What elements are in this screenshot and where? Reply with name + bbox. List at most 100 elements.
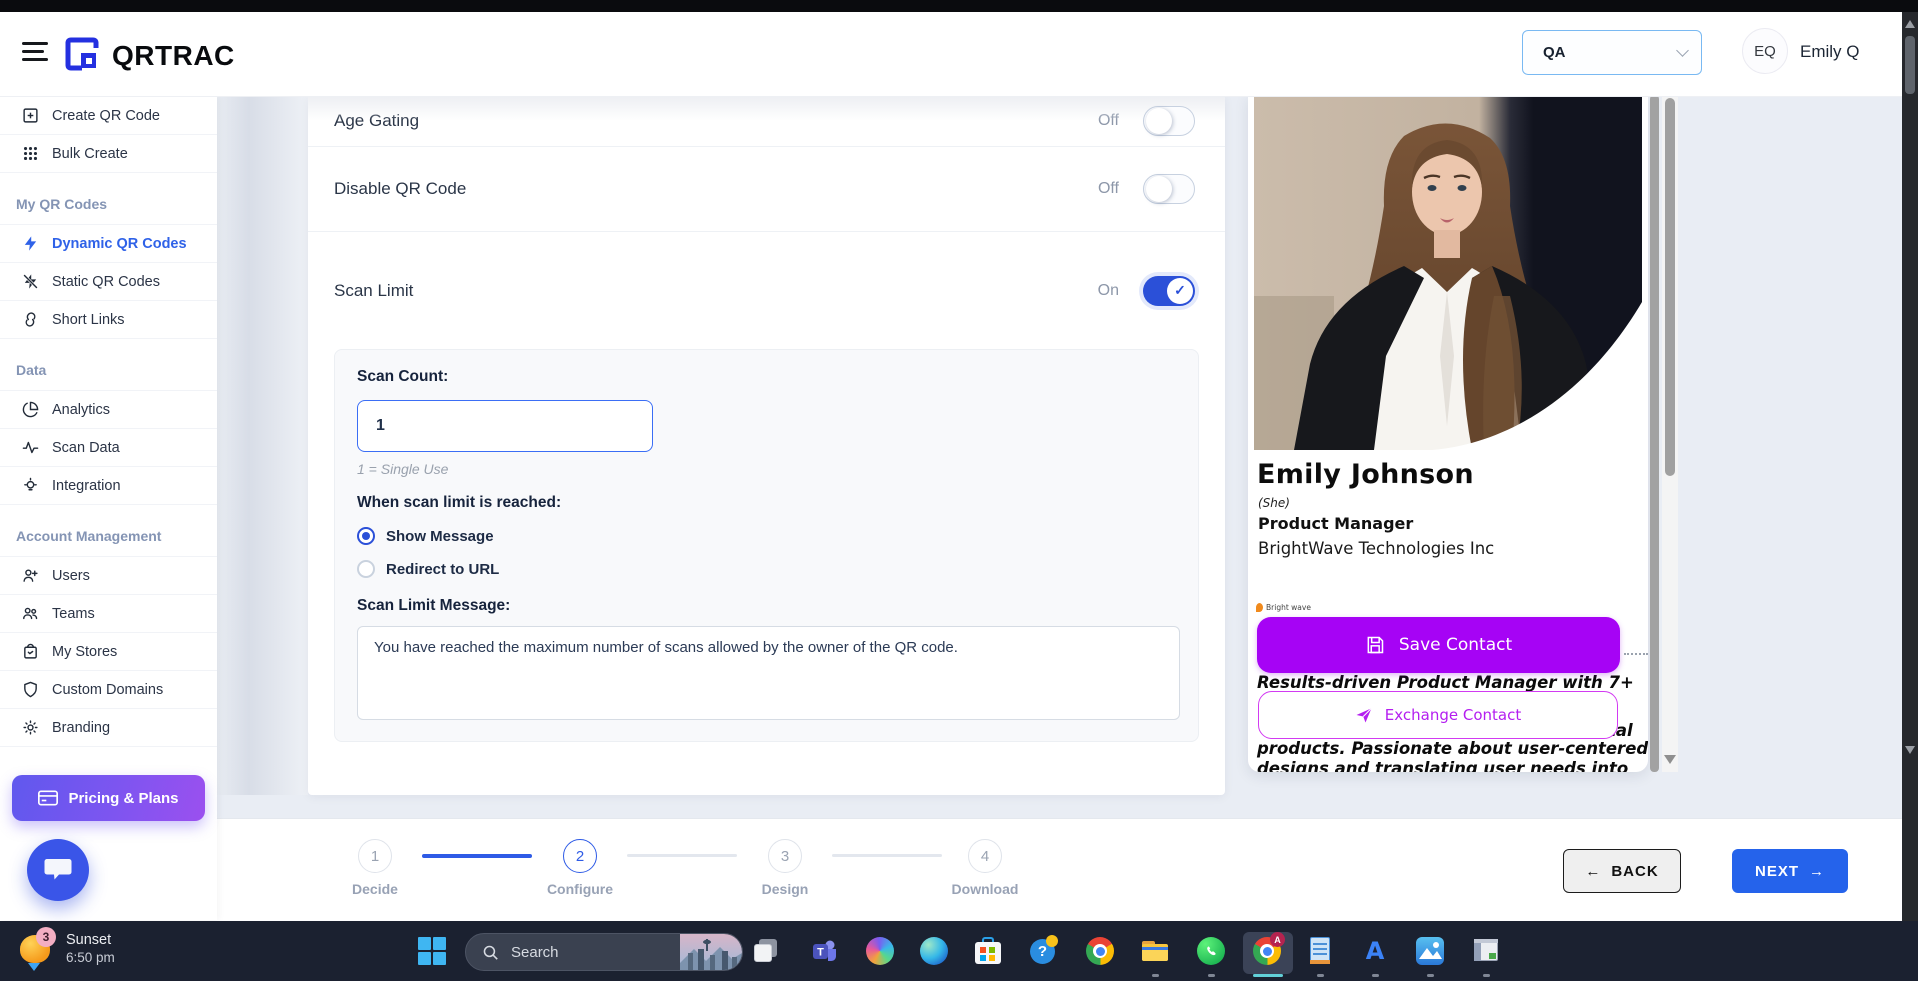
qrtrac-logo-icon[interactable] [62,34,102,74]
whatsapp-icon[interactable] [1197,937,1225,965]
save-contact-button[interactable]: Save Contact [1257,617,1620,673]
step-4-label: Download [925,881,1045,897]
hamburger-menu-icon[interactable] [22,42,48,64]
sidebar-item-label: Dynamic QR Codes [52,236,187,252]
scroll-up-arrow-icon[interactable] [1905,20,1915,28]
contact-company: BrightWave Technologies Inc [1258,539,1494,558]
sidebar-item-users[interactable]: Users [0,557,217,595]
sidebar-item-teams[interactable]: Teams [0,595,217,633]
support-chat-button[interactable] [27,839,89,901]
teams-icon[interactable]: T [811,937,839,965]
preview-scrollbar[interactable] [1662,95,1678,772]
sidebar-item-custom-domains[interactable]: Custom Domains [0,671,217,709]
running-app-indicator [1152,974,1159,977]
paper-plane-icon [1355,706,1373,724]
user-name[interactable]: Emily Q [1800,42,1860,62]
step-1-label: Decide [315,881,435,897]
scan-count-label: Scan Count: [357,368,1176,386]
profile-a-badge: A [1270,932,1285,947]
scan-limit-panel: Scan Count: 1 = Single Use When scan lim… [334,349,1199,742]
weather-condition: Sunset [66,932,115,948]
sidebar-item-bulk-create[interactable]: Bulk Create [0,135,217,173]
copilot-icon[interactable] [866,937,894,965]
back-button[interactable]: ←BACK [1563,849,1681,893]
get-help-icon[interactable]: ? [1030,937,1058,965]
bio-text-line: products. Passionate about user-centered [1257,739,1648,758]
settings-card: Age Gating Off Disable QR Code Off Scan … [308,95,1225,795]
credit-card-icon [38,790,58,806]
pricing-plans-button[interactable]: Pricing & Plans [12,775,205,821]
app-a-icon[interactable]: A [1361,937,1389,965]
save-contact-label: Save Contact [1399,635,1512,655]
app-window-icon[interactable] [1472,937,1500,965]
running-app-indicator [1483,974,1490,977]
taskbar-search[interactable]: Search [465,933,743,971]
activity-icon [22,439,39,456]
step-2-circle[interactable]: 2 [563,839,597,873]
disable-qr-toggle[interactable] [1143,174,1195,204]
arrow-left-icon: ← [1585,863,1601,880]
age-gating-toggle[interactable] [1143,106,1195,136]
sidebar-item-dynamic-qr-codes[interactable]: Dynamic QR Codes [0,225,217,263]
setting-row-disable-qr: Disable QR Code Off [308,147,1225,232]
windows-start-button[interactable] [418,937,446,965]
step-3-circle[interactable]: 3 [768,839,802,873]
task-view-icon[interactable] [752,937,780,965]
file-explorer-icon[interactable] [1141,937,1169,965]
step-4-circle[interactable]: 4 [968,839,1002,873]
next-button[interactable]: NEXT→ [1732,849,1848,893]
browser-scrollbar-thumb[interactable] [1905,36,1915,94]
sidebar-item-create-qr-code[interactable]: Create QR Code [0,97,217,135]
pie-chart-icon [22,401,39,418]
scroll-down-arrow-icon[interactable] [1664,755,1676,764]
sidebar-item-integration[interactable]: Integration [0,467,217,505]
sidebar-item-analytics[interactable]: Analytics [0,391,217,429]
microsoft-store-icon[interactable] [974,937,1002,965]
scan-limit-toggle[interactable]: ✓ [1143,276,1195,306]
workspace-select[interactable]: QA [1522,30,1702,75]
sidebar-item-static-qr-codes[interactable]: Static QR Codes [0,263,217,301]
toggle-state-label: Off [1098,112,1119,130]
chrome-icon[interactable] [1086,937,1114,965]
chrome-profile-a-icon[interactable]: A [1253,937,1281,965]
sidebar-item-branding[interactable]: Branding [0,709,217,747]
bio-text-line: Results-driven Product Manager with 7+ [1257,673,1634,692]
avatar[interactable]: EQ [1742,28,1788,74]
chevron-down-icon [28,963,40,971]
notebook-app-icon[interactable] [1306,937,1334,965]
wizard-footer: 1 2 3 4 Decide Configure Design Download… [0,818,1902,921]
sidebar-item-scan-data[interactable]: Scan Data [0,429,217,467]
browser-scrollbar[interactable] [1902,12,1918,921]
weather-widget[interactable]: 3 Sunset 6:50 pm [20,927,115,969]
chat-bubble-icon [43,856,73,884]
edge-icon[interactable] [920,937,948,965]
scroll-down-arrow-icon[interactable] [1905,746,1915,754]
company-logo-icon [1256,603,1263,612]
company-logo: Bright wave [1256,603,1311,612]
scan-limit-message-label: Scan Limit Message: [357,597,1176,615]
qr-landing-preview: Emily Johnson (She) Product Manager Brig… [1248,95,1648,772]
arrow-right-icon: → [1809,863,1825,880]
photos-app-icon[interactable] [1416,937,1444,965]
scan-limit-message-textarea[interactable]: You have reached the maximum number of s… [357,626,1180,720]
grid-dots-icon [22,145,39,162]
radio-show-message[interactable]: Show Message [357,527,1176,545]
step-1-circle[interactable]: 1 [358,839,392,873]
running-app-indicator [1372,974,1379,977]
company-logo-text: Bright wave [1266,603,1311,612]
setting-label: Scan Limit [334,281,413,301]
windows-taskbar: 3 Sunset 6:50 pm Search [0,921,1918,981]
sidebar-item-my-stores[interactable]: My Stores [0,633,217,671]
preview-scrollbar-thumb[interactable] [1665,98,1675,476]
sidebar-item-short-links[interactable]: Short Links [0,301,217,339]
radio-unselected-icon [357,560,375,578]
radio-selected-icon [357,527,375,545]
sidebar-section-data: Data [0,339,217,391]
exchange-contact-button[interactable]: Exchange Contact [1258,691,1618,739]
scan-count-input[interactable] [357,400,653,452]
active-app-indicator [1253,974,1283,977]
search-placeholder: Search [511,944,668,961]
preview-scrollbar-track[interactable] [1650,95,1659,772]
toggle-state-label: Off [1098,180,1119,198]
radio-redirect-url[interactable]: Redirect to URL [357,560,1176,578]
